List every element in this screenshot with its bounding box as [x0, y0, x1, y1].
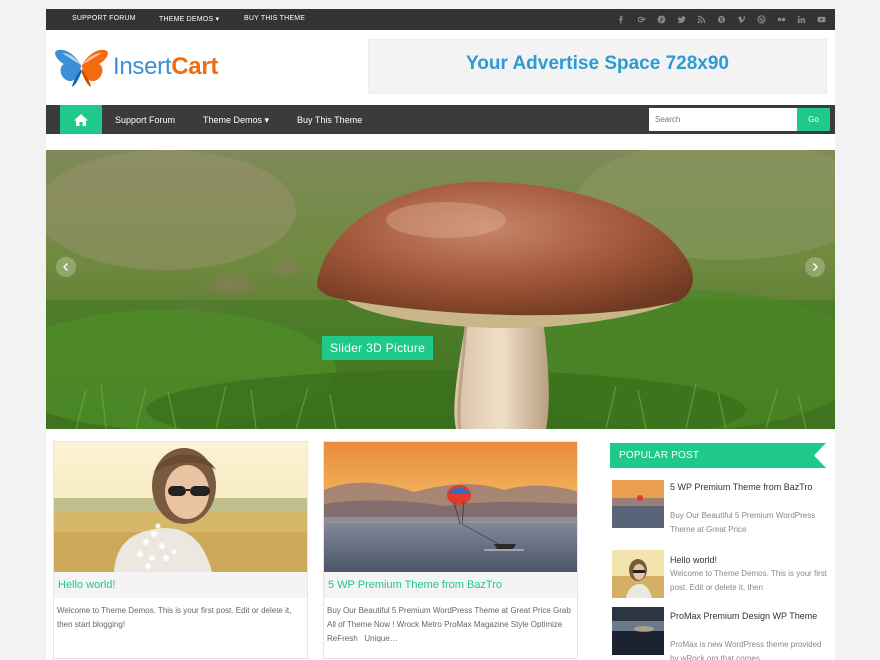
post-title[interactable]: 5 WP Premium Theme from BazTro [324, 572, 577, 598]
post-image-parasail [324, 442, 577, 572]
popular-post-title[interactable]: Hello world! [670, 553, 827, 567]
nav-buy-this-theme[interactable]: Buy This Theme [297, 115, 362, 125]
thumb-sunset [612, 607, 664, 655]
thumb-parasail [612, 480, 664, 528]
dribbble-icon[interactable] [751, 12, 771, 27]
butterfly-logo-icon [55, 49, 108, 87]
twitter-icon[interactable] [671, 12, 691, 27]
logo-text: InsertCart [113, 53, 218, 81]
popular-post-thumbnail[interactable] [612, 480, 664, 528]
popular-post-excerpt: Welcome to Theme Demos. This is your fir… [670, 569, 827, 592]
popular-post-title: POPULAR POST [619, 450, 700, 461]
facebook-icon[interactable] [611, 12, 631, 27]
top-link-support-forum[interactable]: SUPPORT FORUM [72, 15, 136, 22]
chevron-left-icon [63, 263, 68, 271]
popular-post-heading: POPULAR POST [610, 443, 826, 468]
thumb-woman [612, 550, 664, 598]
skype-icon[interactable] [711, 12, 731, 27]
site-logo[interactable]: InsertCart [54, 43, 244, 93]
post-excerpt: Welcome to Theme Demos. This is your fir… [57, 606, 292, 629]
youtube-icon[interactable] [811, 12, 831, 27]
google-plus-icon[interactable] [631, 12, 651, 27]
search-go-button[interactable]: Go [797, 108, 830, 131]
main-nav: Support Forum Theme Demos ▾ Buy This The… [46, 105, 835, 134]
slider-caption[interactable]: Slider 3D Picture [322, 336, 434, 360]
vimeo-icon[interactable] [731, 12, 751, 27]
popular-post-thumbnail[interactable] [612, 550, 664, 598]
nav-support-forum[interactable]: Support Forum [115, 115, 175, 125]
slider-image [46, 150, 835, 429]
nav-theme-demos[interactable]: Theme Demos ▾ [203, 115, 269, 126]
pinterest-icon[interactable] [651, 12, 671, 27]
slider-prev-button[interactable] [56, 257, 76, 277]
top-bar: SUPPORT FORUM THEME DEMOS ▾ BUY THIS THE… [46, 9, 835, 30]
logo-cart: Cart [171, 53, 219, 80]
ad-text: Your Advertise Space 728x90 [466, 53, 729, 74]
popular-post-item[interactable]: Hello world! Welcome to Theme Demos. Thi… [612, 550, 827, 600]
home-icon [74, 113, 88, 126]
rss-icon[interactable] [691, 12, 711, 27]
chevron-right-icon [813, 263, 818, 271]
hero-slider[interactable]: Slider 3D Picture [46, 150, 835, 429]
top-link-theme-demos[interactable]: THEME DEMOS ▾ [159, 15, 219, 23]
linkedin-icon[interactable] [791, 12, 811, 27]
post-image-woman [54, 442, 307, 572]
flickr-icon[interactable] [771, 12, 791, 27]
post-card[interactable]: Hello world! Welcome to Theme Demos. Thi… [53, 441, 308, 659]
popular-post-item[interactable]: 5 WP Premium Theme from BazTro Buy Our B… [612, 480, 827, 534]
post-thumbnail[interactable] [54, 442, 307, 572]
ad-banner[interactable]: Your Advertise Space 728x90 [368, 39, 827, 94]
logo-insert: Insert [113, 53, 172, 80]
search-input[interactable] [649, 108, 797, 131]
post-title[interactable]: Hello world! [54, 572, 307, 598]
page: SUPPORT FORUM THEME DEMOS ▾ BUY THIS THE… [46, 9, 835, 660]
post-thumbnail[interactable] [324, 442, 577, 572]
social-icons [611, 12, 831, 27]
top-link-buy-this-theme[interactable]: BUY THIS THEME [244, 15, 305, 22]
popular-post-title[interactable]: ProMax Premium Design WP Theme [670, 609, 827, 623]
slider-next-button[interactable] [805, 257, 825, 277]
popular-post-excerpt: Buy Our Beautiful 5 Premium WordPress Th… [670, 511, 816, 534]
home-button[interactable] [60, 105, 102, 134]
post-card[interactable]: 5 WP Premium Theme from BazTro Buy Our B… [323, 441, 578, 659]
popular-post-excerpt: ProMax is new WordPress theme provided b… [670, 640, 822, 660]
popular-post-thumbnail[interactable] [612, 607, 664, 655]
post-excerpt: Buy Our Beautiful 5 Premium WordPress Th… [327, 606, 571, 643]
popular-post-title[interactable]: 5 WP Premium Theme from BazTro [670, 480, 827, 494]
popular-post-item[interactable]: ProMax Premium Design WP Theme ProMax is… [612, 607, 827, 660]
